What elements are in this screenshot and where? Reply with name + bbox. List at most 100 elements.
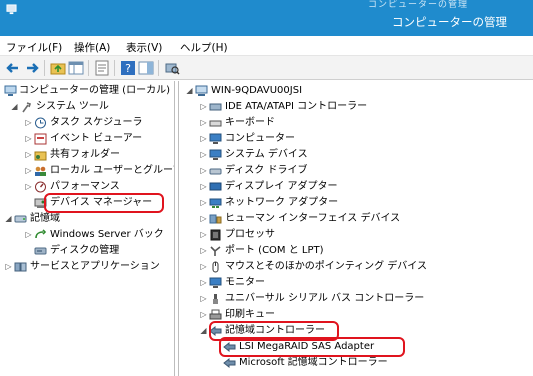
back-arrow-icon[interactable] — [5, 60, 21, 76]
device-category-label: ポート (COM と LPT) — [225, 245, 324, 256]
disk-drive-icon — [209, 168, 222, 175]
menu-bar: ファイル(F) 操作(A) 表示(V) ヘルプ(H) — [0, 36, 533, 56]
ide-controller-icon — [209, 103, 222, 111]
menu-view[interactable]: 表示(V) — [126, 40, 162, 55]
expand-arrow-icon[interactable]: ▷ — [199, 291, 208, 307]
collapse-arrow-icon[interactable]: ◢ — [4, 211, 13, 227]
printer-icon — [209, 309, 222, 320]
toolbar: ? — [0, 56, 533, 80]
expand-arrow-icon[interactable]: ▷ — [199, 275, 208, 291]
toolbar-separator — [88, 60, 89, 76]
expand-arrow-icon[interactable]: ▷ — [199, 307, 208, 323]
event-viewer-icon — [34, 133, 47, 145]
expand-arrow-icon[interactable]: ▷ — [24, 147, 33, 163]
expand-arrow-icon[interactable]: ▷ — [24, 179, 33, 195]
expand-arrow-icon[interactable]: ▷ — [4, 259, 13, 275]
expand-arrow-icon[interactable]: ▷ — [24, 131, 33, 147]
svg-text:?: ? — [125, 62, 131, 75]
tree-item-label: ローカル ユーザーとグループ — [50, 165, 175, 176]
display-adapter-icon — [209, 182, 222, 191]
device-root-label: WIN-9QDAVU00JSI — [211, 85, 303, 96]
computer-icon — [195, 85, 208, 96]
backup-icon — [35, 229, 47, 239]
menu-help[interactable]: ヘルプ(H) — [180, 40, 228, 55]
device-category-label: ディスプレイ アダプター — [225, 181, 338, 192]
action-pane-icon[interactable] — [138, 60, 154, 76]
device-category-label: マウスとそのほかのポインティング デバイス — [225, 261, 427, 272]
shared-folder-icon — [34, 151, 47, 161]
expand-arrow-icon[interactable]: ▷ — [199, 227, 208, 243]
collapse-arrow-icon[interactable]: ◢ — [199, 323, 208, 339]
expand-arrow-icon[interactable]: ▷ — [199, 147, 208, 163]
performance-icon — [35, 181, 46, 193]
device-category-label: ディスク ドライブ — [225, 165, 308, 176]
lsi-adapter-highlight — [219, 337, 405, 357]
clock-icon — [35, 117, 46, 129]
computer-management-icon — [4, 85, 17, 96]
scan-hardware-icon[interactable] — [164, 60, 180, 76]
network-adapter-icon — [209, 198, 222, 208]
collapse-arrow-icon[interactable]: ◢ — [185, 83, 194, 99]
tree-item-label: 記憶域 — [30, 213, 60, 224]
up-folder-icon[interactable] — [50, 60, 66, 76]
processor-icon — [210, 229, 221, 241]
tools-icon — [22, 102, 32, 113]
system-device-icon — [209, 149, 222, 160]
menu-action[interactable]: 操作(A) — [74, 40, 110, 55]
device-category-label: ユニバーサル シリアル バス コントローラー — [225, 293, 425, 304]
tree-item-label: 共有フォルダー — [50, 149, 120, 160]
tree-item-label: コンピューターの管理 (ローカル) — [19, 85, 170, 96]
monitor-icon — [209, 133, 222, 144]
clipped-title-text: コンピューターの管理 — [368, 0, 469, 10]
expand-arrow-icon[interactable]: ▷ — [199, 243, 208, 259]
storage-icon — [14, 215, 27, 223]
expand-arrow-icon[interactable]: ▷ — [24, 227, 33, 243]
computer-management-icon — [6, 4, 17, 15]
device-category-label: IDE ATA/ATAPI コントローラー — [225, 101, 368, 112]
forward-arrow-icon[interactable] — [24, 60, 40, 76]
expand-arrow-icon[interactable]: ▷ — [199, 259, 208, 275]
usb-icon — [213, 294, 218, 304]
show-tree-icon[interactable] — [68, 60, 84, 76]
disk-management-icon — [34, 247, 47, 255]
tree-item-label: サービスとアプリケーション — [30, 261, 160, 272]
toolbar-separator — [114, 60, 115, 76]
storage-controller-icon — [223, 357, 236, 369]
services-icon — [14, 262, 27, 272]
device-category-label: コンピューター — [225, 133, 295, 144]
mouse-icon — [212, 261, 219, 273]
title-bar: コンピューターの管理 コンピューターの管理 — [0, 0, 533, 36]
expand-arrow-icon[interactable]: ▷ — [199, 179, 208, 195]
properties-icon[interactable] — [94, 60, 110, 76]
tree-item-label: タスク スケジューラ — [50, 117, 143, 128]
device-label: Microsoft 記憶域コントローラー — [239, 357, 388, 368]
window-title: コンピューターの管理 — [392, 15, 507, 29]
expand-arrow-icon[interactable]: ▷ — [24, 163, 33, 179]
expand-arrow-icon[interactable]: ▷ — [199, 195, 208, 211]
device-category-label: ヒューマン インターフェイス デバイス — [225, 213, 401, 224]
device-tree: ◢ WIN-9QDAVU00JSI ▷ IDE ATA/ATAPI コントローラ… — [178, 81, 533, 376]
help-icon[interactable]: ? — [120, 60, 136, 76]
navigation-tree: コンピューターの管理 (ローカル) ◢ システム ツール ▷ タスク スケジュー… — [0, 81, 175, 376]
menu-file[interactable]: ファイル(F) — [6, 40, 62, 55]
tree-item-label: Windows Server バック — [50, 229, 164, 240]
toolbar-separator — [44, 60, 45, 76]
users-icon — [35, 166, 46, 176]
expand-arrow-icon[interactable]: ▷ — [199, 99, 208, 115]
device-category-label: ネットワーク アダプター — [225, 197, 339, 208]
device-category-label: キーボード — [225, 117, 275, 128]
port-icon — [210, 246, 221, 256]
expand-arrow-icon[interactable]: ▷ — [199, 115, 208, 131]
expand-arrow-icon[interactable]: ▷ — [199, 163, 208, 179]
hid-icon — [209, 214, 222, 224]
expand-arrow-icon[interactable]: ▷ — [24, 115, 33, 131]
collapse-arrow-icon[interactable]: ◢ — [10, 99, 19, 115]
tree-item-label: イベント ビューアー — [50, 133, 143, 144]
device-category-label: プロセッサ — [225, 229, 275, 240]
expand-arrow-icon[interactable]: ▷ — [199, 131, 208, 147]
tree-item-label: システム ツール — [36, 101, 109, 112]
device-category-label: システム デバイス — [225, 149, 308, 160]
device-manager-highlight — [44, 193, 164, 213]
expand-arrow-icon[interactable]: ▷ — [199, 211, 208, 227]
keyboard-icon — [209, 120, 222, 127]
